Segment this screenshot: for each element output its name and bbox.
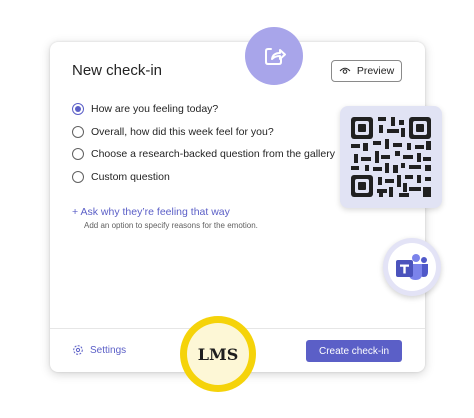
question-options: How are you feeling today? Overall, how … [72, 102, 335, 192]
radio-button[interactable] [72, 125, 84, 138]
option-label: Choose a research-backed question from t… [91, 148, 335, 160]
create-check-in-button[interactable]: Create check-in [306, 340, 402, 362]
ask-why-link[interactable]: + Ask why they’re feeling that way [72, 206, 230, 218]
eye-icon [339, 67, 351, 74]
preview-button[interactable]: Preview [331, 60, 402, 82]
option-how-feeling-today[interactable]: How are you feeling today? [72, 102, 335, 116]
card-title: New check-in [72, 62, 163, 79]
option-label: Overall, how did this week feel for you? [91, 125, 274, 138]
share-icon [265, 48, 286, 65]
radio-button-checked[interactable] [72, 103, 84, 115]
teams-badge [383, 238, 441, 296]
option-gallery-question[interactable]: Choose a research-backed question from t… [72, 147, 335, 161]
option-custom-question[interactable]: Custom question [72, 170, 335, 184]
radio-button[interactable] [72, 170, 84, 183]
microsoft-teams-icon [396, 254, 428, 280]
lms-label: LMS [187, 323, 249, 385]
teams-badge-inner [388, 243, 436, 291]
option-label: Custom question [91, 170, 170, 183]
share-badge [245, 27, 303, 85]
settings-link[interactable]: Settings [72, 344, 126, 356]
option-label: How are you feeling today? [91, 103, 219, 115]
gear-icon [73, 345, 83, 355]
option-week-feel[interactable]: Overall, how did this week feel for you? [72, 125, 335, 139]
lms-badge: LMS [180, 316, 256, 392]
settings-label: Settings [90, 344, 127, 356]
radio-button[interactable] [72, 148, 84, 160]
preview-label: Preview [356, 65, 395, 77]
ask-why-help-text: Add an option to specify reasons for the… [84, 221, 258, 230]
qr-code-badge [340, 106, 442, 208]
qr-code-icon [351, 117, 431, 197]
